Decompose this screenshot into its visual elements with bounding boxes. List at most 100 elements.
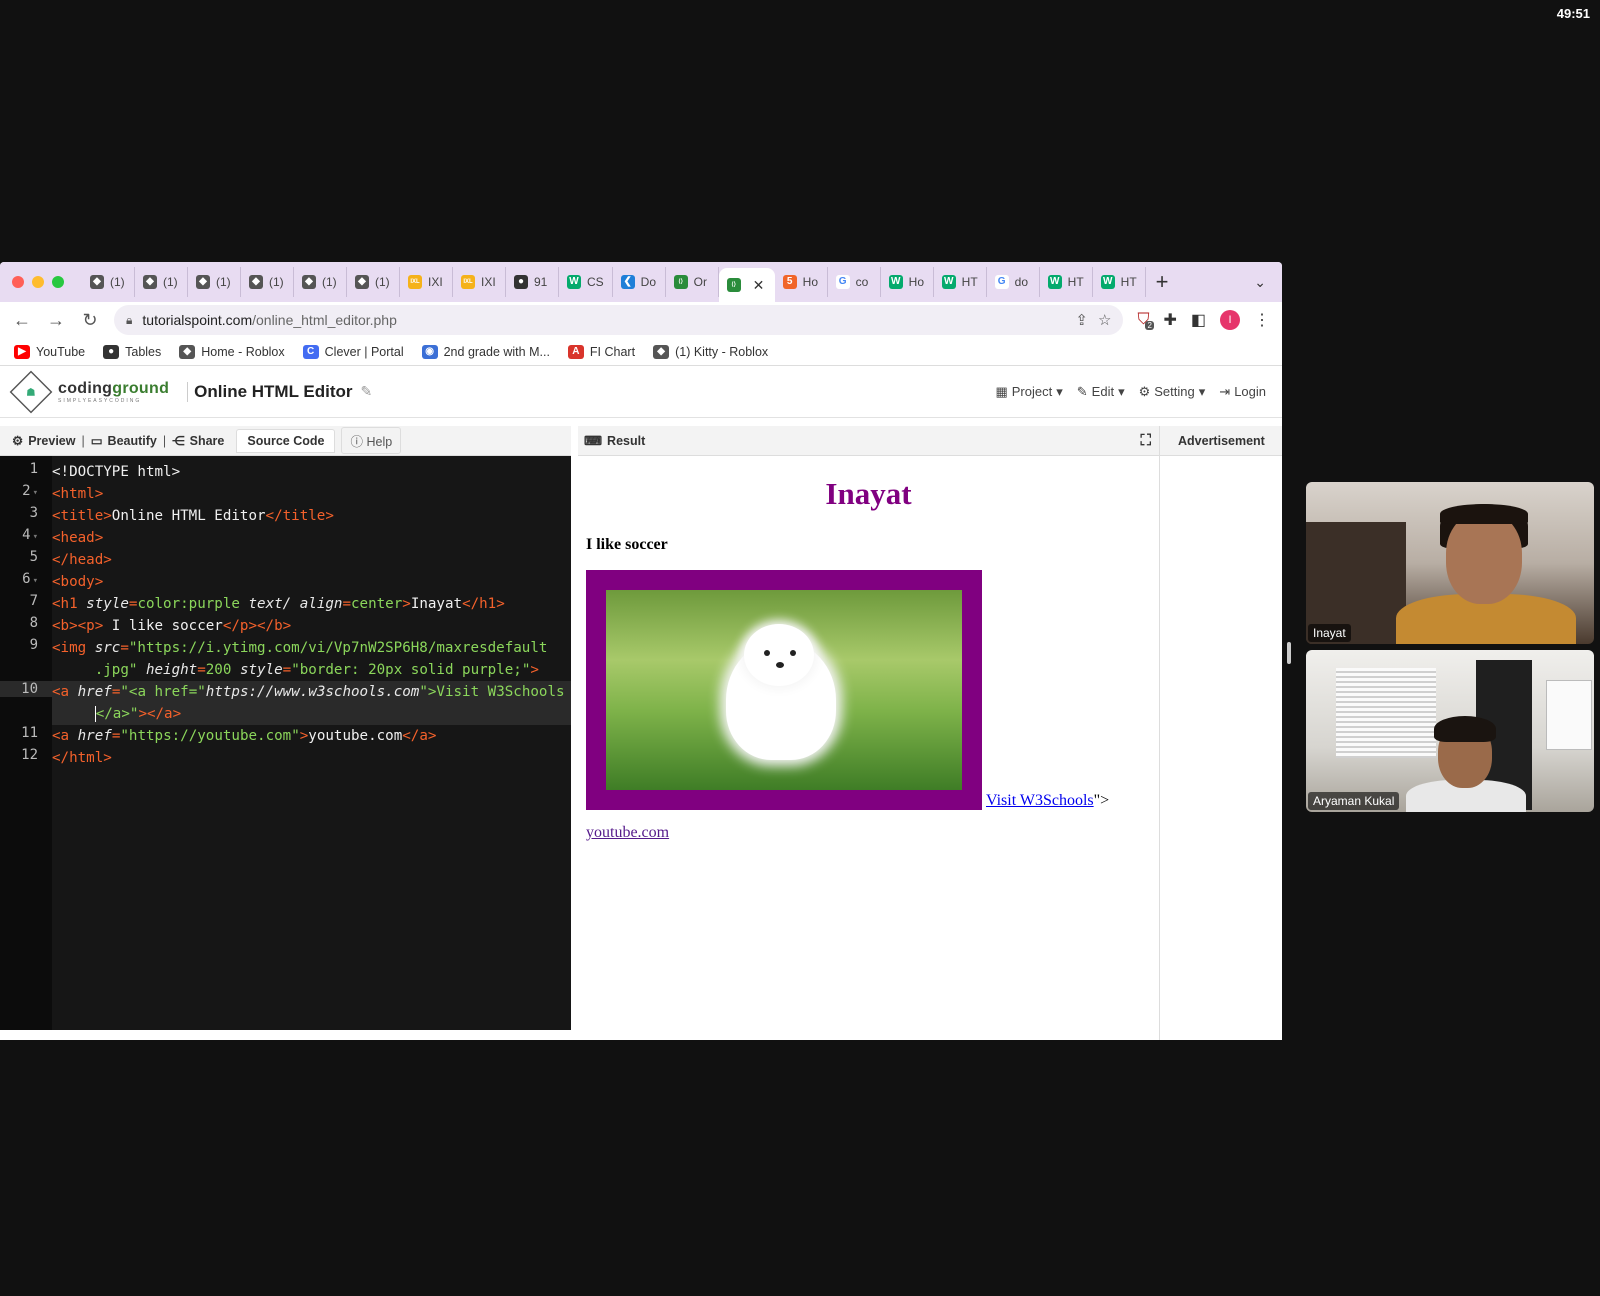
forward-icon[interactable]: → <box>46 310 66 331</box>
site-header: ☗ codingground SIMPLYEASYCODING Online H… <box>0 366 1282 418</box>
bookmark-item[interactable]: ◆ (1) Kitty - Roblox <box>653 344 768 359</box>
person-hair <box>1434 716 1496 742</box>
person-head <box>1446 512 1522 604</box>
code-line: </a>"></a> <box>94 706 182 722</box>
advertisement-area <box>1160 456 1282 1040</box>
puppy-head <box>744 624 814 686</box>
roblox-icon: ◆ <box>355 275 369 289</box>
bookmark-item[interactable]: C Clever | Portal <box>302 344 404 359</box>
browser-tab[interactable]: ◆ (1) <box>347 267 400 297</box>
extensions-puzzle-icon[interactable]: ✚ <box>1163 310 1176 330</box>
bookmark-star-icon[interactable]: ☆ <box>1098 311 1111 329</box>
beautify-button[interactable]: ▭ Beautify <box>85 433 163 449</box>
tab-label: Do <box>640 275 657 289</box>
code-line: <img src="https://i.ytimg.com/vi/Vp7nW2S… <box>52 640 548 656</box>
browser-tab[interactable]: Gco <box>828 267 881 297</box>
tab-source-code[interactable]: Source Code <box>236 428 336 453</box>
participant-name: Inayat <box>1308 624 1351 642</box>
help-button[interactable]: ⓘ Help <box>341 427 402 454</box>
edit-menu[interactable]: ✎ Edit ▾ <box>1077 384 1125 400</box>
login-link[interactable]: ⇥ Login <box>1219 384 1266 400</box>
close-tab-icon[interactable]: ✕ <box>753 277 765 294</box>
line-number: 3 <box>29 505 38 521</box>
video-tile-inayat[interactable]: Inayat <box>1306 482 1594 644</box>
bookmark-item[interactable]: A FI Chart <box>567 344 635 359</box>
tab-active[interactable]: ⟨⟩ ✕ <box>718 268 775 302</box>
youtube-icon: ▶ <box>14 344 30 359</box>
browser-tab[interactable]: ◆ (1) <box>294 267 347 297</box>
line-number: 6 ▾ <box>22 571 38 587</box>
share-icon[interactable]: ⇪ <box>1075 311 1088 329</box>
visit-w3schools-link[interactable]: Visit W3Schools <box>986 792 1094 810</box>
lock-icon: 🔒︎ <box>126 312 133 327</box>
edit-label: Edit <box>1091 384 1115 399</box>
maximize-window-button[interactable] <box>52 276 64 288</box>
project-menu[interactable]: ▦ Project ▾ <box>995 384 1062 400</box>
result-heading: Inayat <box>825 476 912 511</box>
close-window-button[interactable] <box>12 276 24 288</box>
youtube-link[interactable]: youtube.com <box>586 824 669 842</box>
browser-tab[interactable]: ◆ (1) <box>135 267 188 297</box>
address-path: /online_html_editor.php <box>252 312 397 328</box>
browser-tab[interactable]: W CS <box>559 267 613 297</box>
vscode-icon: ❮ <box>620 275 635 289</box>
bookmark-item[interactable]: ◉ 2nd grade with M... <box>421 344 550 359</box>
line-number: 8 <box>29 615 38 631</box>
back-icon[interactable]: ← <box>12 310 32 331</box>
address-bar[interactable]: 🔒︎ tutorialspoint.com/online_html_editor… <box>114 305 1124 335</box>
browser-tab[interactable]: ● 91 <box>506 267 559 297</box>
edit-title-pencil-icon[interactable]: ✎ <box>361 383 373 400</box>
browser-tab[interactable]: ◆ (1) <box>82 267 135 297</box>
line-number: 9 <box>29 637 38 653</box>
bookmark-item[interactable]: ▶ YouTube <box>14 344 86 359</box>
video-tile-aryaman[interactable]: Aryaman Kukal <box>1306 650 1594 812</box>
browser-tab[interactable]: W HT <box>1093 267 1146 297</box>
browser-tab[interactable]: IXL IXI <box>400 267 453 297</box>
bookmark-item[interactable]: ● Tables <box>103 344 161 359</box>
browser-tab[interactable]: ◆ (1) <box>241 267 294 297</box>
tab-label: do <box>1014 275 1029 289</box>
bookmarks-bar: ▶ YouTube ● Tables ◆ Home - Roblox C Clever | P… <box>0 338 1282 366</box>
login-icon: ⇥ <box>1219 383 1231 399</box>
codingground-logo[interactable]: ☗ codingground SIMPLYEASYCODING <box>9 370 169 413</box>
share-button[interactable]: ⋲ Share <box>166 433 230 449</box>
bookmark-item[interactable]: ◆ Home - Roblox <box>179 344 285 359</box>
browser-menu-icon[interactable]: ⋮ <box>1254 310 1270 330</box>
bookmark-label: Home - Roblox <box>201 344 285 359</box>
reload-icon[interactable]: ↻ <box>80 310 100 331</box>
fullscreen-icon[interactable]: ⛶ <box>1140 432 1151 449</box>
side-panel-icon[interactable]: ◧ <box>1191 310 1206 330</box>
code-line: </html> <box>52 750 112 766</box>
preview-button[interactable]: ⚙ Preview <box>6 433 81 449</box>
browser-tab[interactable]: W HT <box>934 267 987 297</box>
ublock-icon[interactable]: ⛉ 2 <box>1137 311 1154 330</box>
code-text[interactable]: <!DOCTYPE html> <html> <title>Online HTM… <box>52 456 571 1030</box>
tab-label: (1) <box>322 275 337 289</box>
profile-avatar[interactable]: I <box>1220 310 1240 330</box>
browser-tab[interactable]: IXL IXI <box>453 267 506 297</box>
logo-mark-icon: ☗ <box>9 370 53 413</box>
tab-search-chevron-icon[interactable]: ⌄ <box>1254 274 1266 291</box>
tab-label: HT <box>961 275 978 289</box>
new-tab-button[interactable]: + <box>1156 269 1169 295</box>
code-editor[interactable]: 1 2 ▾ 3 4 ▾ 5 6 ▾ 7 8 9 10 11 12 <!DOCTYPE … <box>0 456 571 1030</box>
browser-tab[interactable]: ◆ (1) <box>188 267 241 297</box>
bookmark-label: YouTube <box>36 344 86 359</box>
advertisement-label: Advertisement <box>1178 433 1265 448</box>
browser-tab[interactable]: ⟨⟩ Or <box>666 267 719 297</box>
minimize-window-button[interactable] <box>32 276 44 288</box>
line-number: 7 <box>29 593 38 609</box>
puppy-eye <box>764 650 770 656</box>
browser-tab[interactable]: W HT <box>1040 267 1093 297</box>
tab-label: IXI <box>428 275 443 289</box>
browser-tab[interactable]: ❮ Do <box>613 267 666 297</box>
setting-menu[interactable]: ⚙ Setting ▾ <box>1139 384 1206 400</box>
tab-label: (1) <box>110 275 125 289</box>
w3schools-icon: W <box>1100 275 1115 289</box>
browser-tab[interactable]: Gdo <box>987 267 1040 297</box>
browser-tab[interactable]: W Ho <box>881 267 934 297</box>
resize-handle[interactable] <box>1287 642 1291 664</box>
code-line: <head> <box>52 530 104 546</box>
browser-tab[interactable]: 5 Ho <box>775 267 828 297</box>
tab-label: (1) <box>269 275 284 289</box>
